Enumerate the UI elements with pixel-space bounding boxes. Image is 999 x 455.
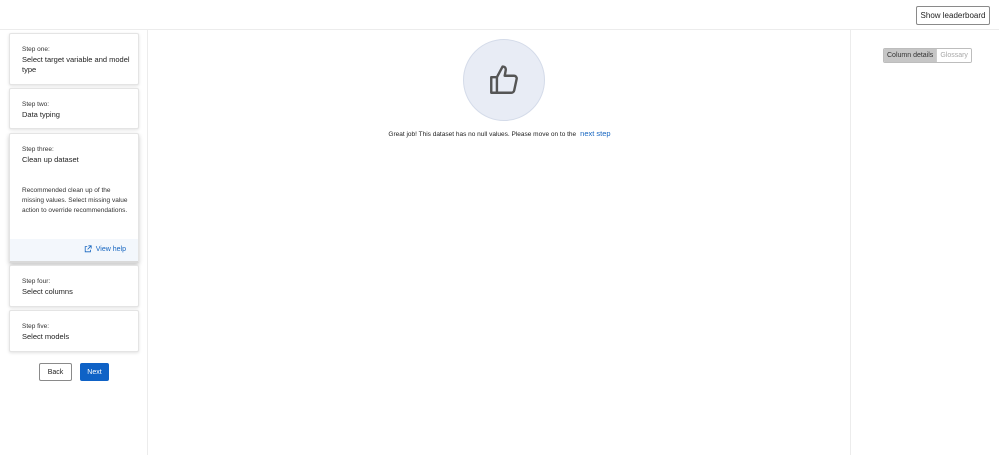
panel-tab-switch: Column details Glossary	[883, 48, 972, 63]
step-number: Step five:	[22, 323, 50, 330]
step-one-card[interactable]: Step one: Select target variable and mod…	[9, 33, 139, 85]
step-title: Data typing	[22, 110, 60, 119]
next-step-link[interactable]: next step	[580, 129, 610, 138]
step-title: Select columns	[22, 287, 73, 296]
next-button[interactable]: Next	[80, 363, 109, 381]
step-two-card[interactable]: Step two: Data typing	[9, 88, 139, 129]
step-four-card[interactable]: Step four: Select columns	[9, 265, 139, 307]
right-panel: Column details Glossary	[850, 30, 999, 455]
view-help-label: View help	[95, 245, 126, 253]
step-three-card[interactable]: Step three: Clean up dataset Recommended…	[9, 133, 139, 263]
step-number: Step three:	[22, 146, 54, 153]
steps-sidebar: Step one: Select target variable and mod…	[0, 30, 148, 455]
status-message-text: Great job! This dataset has no null valu…	[388, 131, 577, 138]
thumbs-up-icon	[490, 65, 518, 94]
help-bar: View help	[10, 239, 138, 261]
step-number: Step one:	[22, 46, 50, 53]
top-bar: Show leaderboard	[0, 0, 999, 30]
back-button[interactable]: Back	[39, 363, 72, 381]
step-title: Select models	[22, 332, 70, 341]
step-number: Step two:	[22, 101, 50, 108]
status-message: Great job! This dataset has no null valu…	[149, 129, 850, 138]
success-badge	[463, 39, 545, 121]
step-title: Select target variable and model type	[22, 55, 130, 74]
step-number: Step four:	[22, 278, 51, 285]
tab-glossary[interactable]: Glossary	[936, 49, 971, 62]
external-link-icon	[84, 245, 92, 253]
show-leaderboard-button[interactable]: Show leaderboard	[916, 6, 990, 25]
main-content: Great job! This dataset has no null valu…	[149, 30, 850, 455]
step-description: Recommended clean up of the missing valu…	[22, 187, 128, 214]
view-help-link[interactable]: View help	[84, 245, 126, 253]
tab-column-details[interactable]: Column details	[884, 49, 937, 62]
step-title: Clean up dataset	[22, 155, 79, 164]
step-five-card[interactable]: Step five: Select models	[9, 310, 139, 352]
